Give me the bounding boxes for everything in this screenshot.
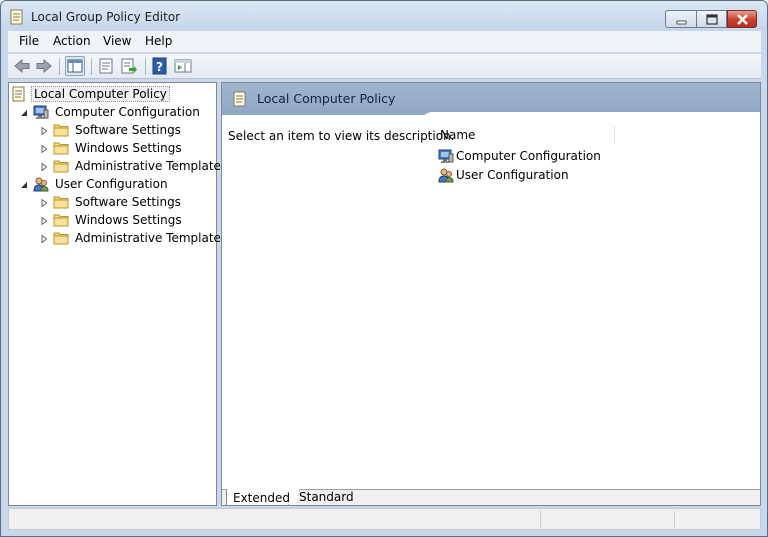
list-item-computer-configuration[interactable]: Computer Configuration (438, 147, 601, 165)
tree-item-computer-software-settings[interactable]: Software Settings (39, 121, 183, 139)
policy-app-icon (10, 9, 24, 25)
caption-buttons (665, 10, 757, 28)
minimize-button[interactable] (665, 10, 696, 28)
list-item-label: User Configuration (456, 168, 569, 182)
tree-item-computer-configuration[interactable]: Computer Configuration (19, 103, 202, 121)
toolbar: ? (8, 54, 761, 79)
show-hide-tree-icon[interactable] (65, 56, 85, 76)
tree-item-user-configuration[interactable]: User Configuration (19, 175, 170, 193)
folder-icon (53, 194, 69, 210)
list-header: Name (434, 124, 760, 146)
tree-item-computer-administrative-templates[interactable]: Administrative Templates (39, 157, 229, 175)
computer-icon (438, 148, 454, 164)
tree-item-label: Administrative Templates (75, 159, 228, 173)
collapsed-triangle-icon[interactable] (39, 197, 49, 208)
back-arrow-icon[interactable] (12, 56, 32, 76)
tree-item-label: Software Settings (75, 123, 181, 137)
status-divider (540, 511, 541, 528)
menu-view[interactable]: View (103, 34, 131, 48)
details-pane: Local Computer Policy Select an item to … (221, 82, 761, 506)
action-pane-icon[interactable] (173, 56, 193, 76)
tree-pane[interactable]: Local Computer Policy Computer Configura… (8, 82, 227, 506)
folder-icon (53, 140, 69, 156)
tree-item-label: Windows Settings (75, 213, 182, 227)
svg-text:?: ? (156, 60, 163, 74)
window-title: Local Group Policy Editor (31, 10, 181, 24)
status-divider (674, 511, 675, 528)
menu-help[interactable]: Help (145, 34, 172, 48)
tree-item-label: User Configuration (55, 177, 168, 191)
tree-item-label: Computer Configuration (55, 105, 200, 119)
title-bar[interactable]: Local Group Policy Editor (1, 1, 767, 31)
collapsed-triangle-icon[interactable] (39, 125, 49, 136)
menu-bar: File Action View Help (8, 31, 761, 53)
list-item-user-configuration[interactable]: User Configuration (438, 166, 569, 184)
tree-item-local-computer-policy[interactable]: Local Computer Policy (11, 85, 170, 103)
column-header-name[interactable]: Name (440, 128, 475, 142)
help-icon[interactable]: ? (150, 56, 170, 76)
status-bar (8, 508, 761, 530)
properties-icon[interactable] (96, 56, 116, 76)
view-tabs: Extended Standard (222, 489, 760, 505)
tree-item-computer-windows-settings[interactable]: Windows Settings (39, 139, 184, 157)
forward-arrow-icon[interactable] (34, 56, 54, 76)
folder-icon (53, 122, 69, 138)
tree-item-user-software-settings[interactable]: Software Settings (39, 193, 183, 211)
policy-document-icon (11, 86, 27, 102)
toolbar-separator (59, 58, 60, 75)
tree-item-user-administrative-templates[interactable]: Administrative Templates (39, 229, 229, 247)
column-divider[interactable] (614, 126, 615, 144)
toolbar-separator (145, 58, 146, 75)
details-title: Local Computer Policy (257, 91, 396, 106)
list-item-label: Computer Configuration (456, 149, 601, 163)
menu-file[interactable]: File (19, 34, 39, 48)
maximize-button[interactable] (696, 10, 727, 28)
folder-icon (53, 158, 69, 174)
description-text: Select an item to view its description. (228, 129, 455, 143)
tree-item-label: Administrative Templates (75, 231, 228, 245)
users-icon (33, 176, 49, 192)
details-header: Local Computer Policy (222, 83, 760, 115)
expanded-triangle-icon[interactable] (19, 179, 29, 189)
computer-icon (33, 104, 49, 120)
close-button[interactable] (727, 10, 757, 28)
tab-standard[interactable]: Standard (288, 489, 364, 505)
tree-item-label: Software Settings (75, 195, 181, 209)
collapsed-triangle-icon[interactable] (39, 233, 49, 244)
users-icon (438, 167, 454, 183)
app-window: Local Group Policy Editor File Action Vi… (0, 0, 768, 537)
tree-item-label: Local Computer Policy (31, 86, 170, 102)
collapsed-triangle-icon[interactable] (39, 215, 49, 226)
policy-document-icon (232, 91, 248, 110)
expanded-triangle-icon[interactable] (19, 107, 29, 117)
collapsed-triangle-icon[interactable] (39, 161, 49, 172)
folder-icon (53, 230, 69, 246)
toolbar-separator (91, 58, 92, 75)
tree-item-label: Windows Settings (75, 141, 182, 155)
tree-item-user-windows-settings[interactable]: Windows Settings (39, 211, 184, 229)
export-list-icon[interactable] (119, 56, 139, 76)
folder-icon (53, 212, 69, 228)
collapsed-triangle-icon[interactable] (39, 143, 49, 154)
menu-action[interactable]: Action (53, 34, 91, 48)
